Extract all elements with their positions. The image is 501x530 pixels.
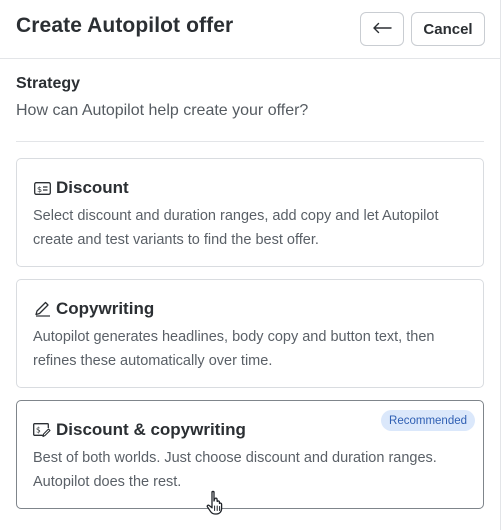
option-card-copywriting[interactable]: Copywriting Autopilot generates headline…	[16, 279, 484, 388]
option-card-discount[interactable]: $ Discount Select discount and duration …	[16, 158, 484, 267]
option-title: Discount	[56, 178, 129, 197]
page-title: Create Autopilot offer	[16, 14, 234, 37]
back-button[interactable]	[360, 12, 404, 46]
option-description: Select discount and duration ranges, add…	[33, 208, 439, 248]
option-title: Discount & copywriting	[56, 420, 246, 439]
svg-text:$: $	[37, 184, 42, 193]
option-card-header: $ Discount	[33, 178, 129, 198]
pencil-icon	[33, 301, 51, 317]
strategy-heading: Strategy	[16, 75, 81, 92]
option-card-header: Copywriting	[33, 299, 154, 319]
svg-text:$: $	[36, 425, 41, 434]
strategy-subtitle: How can Autopilot help create your offer…	[16, 102, 309, 119]
discount-tag-icon: $	[33, 180, 51, 196]
option-card-discount-copywriting[interactable]: Recommended $ Discount & copywriting Bes…	[16, 400, 484, 509]
hand-pointer-icon	[205, 490, 227, 516]
arrow-left-icon	[372, 22, 392, 37]
discount-edit-icon: $	[33, 422, 51, 438]
option-description: Best of both worlds. Just choose discoun…	[33, 450, 437, 490]
panel-header: Create Autopilot offer Cancel	[0, 0, 500, 59]
option-card-header: $ Discount & copywriting	[33, 420, 246, 440]
divider	[16, 141, 484, 142]
option-title: Copywriting	[56, 299, 155, 318]
cancel-button[interactable]: Cancel	[411, 12, 485, 46]
recommended-badge: Recommended	[381, 410, 475, 431]
option-description: Autopilot generates headlines, body copy…	[33, 329, 435, 369]
create-offer-panel: Create Autopilot offer Cancel Strategy H…	[0, 0, 501, 530]
